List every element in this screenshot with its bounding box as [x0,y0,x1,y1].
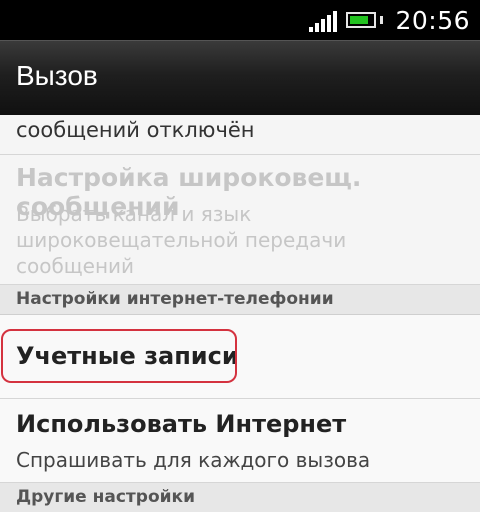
section-label: Настройки интернет-телефонии [16,289,334,309]
battery-tip [380,16,384,24]
list-item-subtitle: сообщений отключён [16,118,255,142]
status-bar: 20:56 [0,0,480,40]
list-item-title: Использовать Интернет [16,410,347,438]
section-header-other-settings: Другие настройки [0,483,480,512]
status-clock: 20:56 [395,5,470,35]
list-item-use-internet[interactable]: Использовать Интернет Спрашивать для каж… [0,399,480,483]
signal-bars-icon [309,8,338,32]
call-settings-screen: 20:56 Вызов сообщений отключён Настройка… [0,0,480,512]
accounts-highlight-box [1,329,237,383]
page-title: Вызов [16,60,98,91]
title-bar: Вызов [0,40,480,115]
battery-icon [346,12,377,28]
list-item-subtitle: Выбрать канал и язык широковещательной п… [16,202,347,278]
settings-list[interactable]: сообщений отключён Настройка широковещ. … [0,115,480,512]
list-item-broadcast-settings: Настройка широковещ. сообщений Выбрать к… [0,155,480,285]
list-item-cell-broadcast[interactable]: сообщений отключён [0,115,480,155]
list-item-subtitle: Спрашивать для каждого вызова [16,448,371,472]
section-header-internet-calls: Настройки интернет-телефонии [0,285,480,315]
section-label: Другие настройки [16,487,195,507]
